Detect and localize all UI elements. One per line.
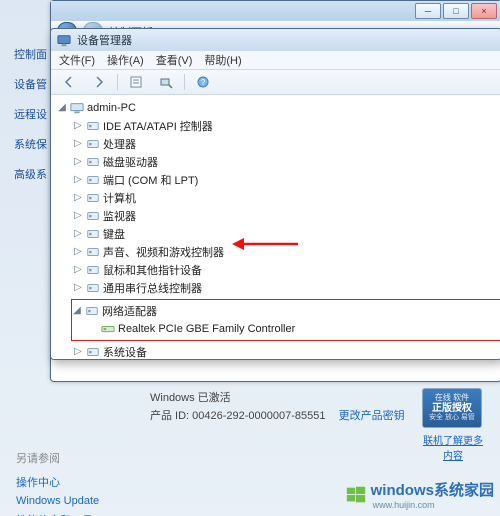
watermark: windows系统家园 www.huijin.com xyxy=(345,479,494,510)
separator xyxy=(117,74,118,90)
device-category-icon xyxy=(86,191,100,205)
window-controls: － □ × xyxy=(51,1,500,21)
watermark-text: windows xyxy=(371,482,434,499)
tree-leaf[interactable]: Realtek PCIe GBE Family Controller xyxy=(88,320,500,338)
tree-node-label: 网络适配器 xyxy=(102,303,157,319)
menu-file[interactable]: 文件(F) xyxy=(59,52,95,68)
menu-help[interactable]: 帮助(H) xyxy=(204,52,241,68)
change-product-key-link[interactable]: 更改产品密钥 xyxy=(339,410,405,422)
maximize-button[interactable]: □ xyxy=(443,3,469,19)
expand-icon[interactable]: ▷ xyxy=(73,156,83,168)
tree-node[interactable]: ▷ 监视器 xyxy=(73,207,500,225)
minimize-button[interactable]: － xyxy=(415,3,441,19)
computer-icon xyxy=(70,101,84,115)
device-category-icon xyxy=(86,227,100,241)
link-windows-update[interactable]: Windows Update xyxy=(16,495,99,507)
badge-line: 正版授权 xyxy=(432,403,472,414)
device-category-icon xyxy=(86,209,100,223)
menu-view[interactable]: 查看(V) xyxy=(156,52,193,68)
back-arrow-icon[interactable] xyxy=(57,72,81,92)
tree-node-label: 系统设备 xyxy=(103,344,147,359)
expand-icon[interactable]: ▷ xyxy=(73,210,83,222)
tree-node-label: 键盘 xyxy=(103,226,125,242)
tree-node[interactable]: ▷ 计算机 xyxy=(73,189,500,207)
expand-icon[interactable]: ▷ xyxy=(73,192,83,204)
tree-node-label: 声音、视频和游戏控制器 xyxy=(103,244,224,260)
tree-node-label: 计算机 xyxy=(103,190,136,206)
genuine-badge[interactable]: 在线 软件 正版授权 安全 放心 易管 联机了解更多内容 xyxy=(422,388,484,462)
device-category-icon xyxy=(86,137,100,151)
expand-icon[interactable]: ▷ xyxy=(73,120,83,132)
watermark-domain: www.huijin.com xyxy=(373,500,494,510)
device-category-icon xyxy=(86,245,100,259)
tree-node[interactable]: ◢ 网络适配器 xyxy=(72,302,500,320)
device-category-icon xyxy=(86,155,100,169)
close-button[interactable]: × xyxy=(471,3,497,19)
tree-node[interactable]: ▷ IDE ATA/ATAPI 控制器 xyxy=(73,117,500,135)
link-action-center[interactable]: 操作中心 xyxy=(16,474,99,490)
expand-icon[interactable]: ▷ xyxy=(73,228,83,240)
watermark-sub: 系统家园 xyxy=(434,482,494,499)
menu-action[interactable]: 操作(A) xyxy=(107,52,144,68)
svg-text:?: ? xyxy=(201,78,206,87)
expand-icon[interactable]: ◢ xyxy=(72,305,82,317)
expand-icon[interactable]: ▷ xyxy=(73,264,83,276)
device-category-icon xyxy=(86,173,100,187)
windows-logo-icon xyxy=(345,484,367,506)
collapse-icon[interactable]: ◢ xyxy=(57,102,67,114)
device-category-icon xyxy=(85,304,99,318)
device-manager-icon xyxy=(57,33,71,47)
window-title: 设备管理器 xyxy=(77,32,495,48)
link-performance-info[interactable]: 性能信息和工具 xyxy=(16,512,99,516)
properties-icon[interactable] xyxy=(124,72,148,92)
tree-node[interactable]: ▷ 通用串行总线控制器 xyxy=(73,279,500,297)
learn-more-link[interactable]: 联机了解更多内容 xyxy=(422,432,484,462)
tree-node-label: 磁盘驱动器 xyxy=(103,154,158,170)
network-adapter-icon xyxy=(101,322,115,336)
forward-arrow-icon[interactable] xyxy=(87,72,111,92)
scan-hardware-icon[interactable] xyxy=(154,72,178,92)
tree-root[interactable]: ◢ admin-PC xyxy=(57,99,500,117)
device-category-icon xyxy=(86,263,100,277)
tree-node-label: 鼠标和其他指针设备 xyxy=(103,262,202,278)
separator xyxy=(184,74,185,90)
title-bar[interactable]: 设备管理器 xyxy=(51,29,500,51)
tree-node[interactable]: ▷ 磁盘驱动器 xyxy=(73,153,500,171)
expand-icon[interactable]: ▷ xyxy=(73,346,83,358)
expand-icon[interactable]: ▷ xyxy=(73,246,83,258)
tree-node[interactable]: ▷ 声音、视频和游戏控制器 xyxy=(73,243,500,261)
tree-root-label: admin-PC xyxy=(87,102,136,114)
expand-icon[interactable]: ▷ xyxy=(73,174,83,186)
menu-bar: 文件(F) 操作(A) 查看(V) 帮助(H) xyxy=(51,51,500,70)
expand-icon[interactable]: ▷ xyxy=(73,282,83,294)
tree-leaf-label: Realtek PCIe GBE Family Controller xyxy=(118,323,295,335)
tree-node[interactable]: ▷ 键盘 xyxy=(73,225,500,243)
toolbar: ? xyxy=(51,70,500,95)
device-category-icon xyxy=(86,345,100,359)
highlight-annotation: ◢ 网络适配器 Realtek PCIe GBE Family Controller xyxy=(71,299,500,341)
device-category-icon xyxy=(86,119,100,133)
tree-node-label: 端口 (COM 和 LPT) xyxy=(103,172,198,188)
tree-node-label: 通用串行总线控制器 xyxy=(103,280,202,296)
badge-line: 在线 软件 xyxy=(435,394,469,403)
device-category-icon xyxy=(86,281,100,295)
tree-node[interactable]: ▷ 端口 (COM 和 LPT) xyxy=(73,171,500,189)
see-also-header: 另请参阅 xyxy=(16,450,99,466)
device-manager-window: 设备管理器 文件(F) 操作(A) 查看(V) 帮助(H) ? ◢ admin-… xyxy=(50,28,500,360)
tree-node[interactable]: ▷ 处理器 xyxy=(73,135,500,153)
expand-icon[interactable]: ▷ xyxy=(73,138,83,150)
tree-node-label: 处理器 xyxy=(103,136,136,152)
help-icon[interactable]: ? xyxy=(191,72,215,92)
product-id: 产品 ID: 00426-292-0000007-85551 xyxy=(150,410,326,422)
device-tree[interactable]: ◢ admin-PC ▷IDE ATA/ATAPI 控制器▷处理器▷磁盘驱动器▷… xyxy=(51,95,500,359)
tree-node[interactable]: ▷ 鼠标和其他指针设备 xyxy=(73,261,500,279)
tree-node-label: 监视器 xyxy=(103,208,136,224)
see-also: 另请参阅 操作中心 Windows Update 性能信息和工具 xyxy=(16,450,99,516)
activation-status: Windows 已激活 xyxy=(150,390,405,408)
badge-line: 安全 放心 易管 xyxy=(429,414,475,422)
tree-node[interactable]: ▷ 系统设备 xyxy=(73,343,500,359)
tree-node-label: IDE ATA/ATAPI 控制器 xyxy=(103,118,213,134)
activation-info: Windows 已激活 产品 ID: 00426-292-0000007-855… xyxy=(150,390,405,425)
